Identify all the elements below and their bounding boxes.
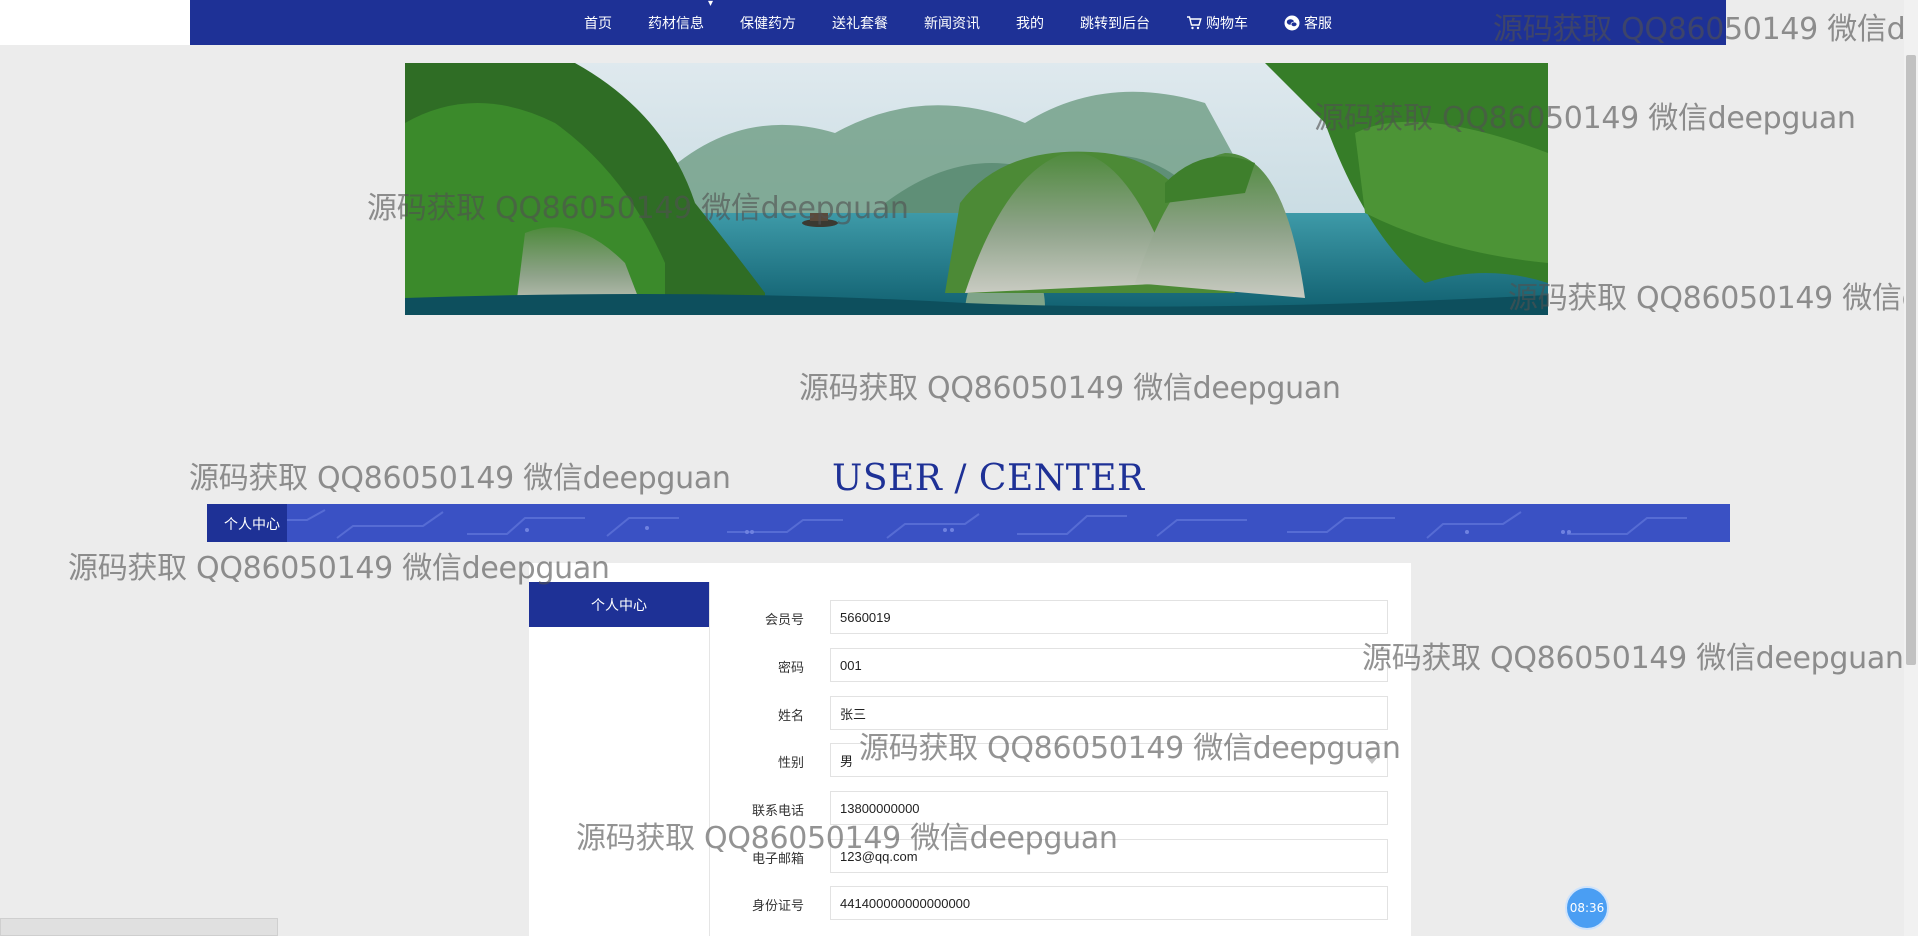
- email-label: 电子邮箱: [751, 852, 804, 867]
- caret-icon: ▾: [708, 0, 714, 9]
- name-label: 姓名: [777, 709, 804, 724]
- watermark: 源码获取 QQ86050149 微信deepguan: [799, 371, 1341, 406]
- form-row-id-number: 身份证号 441400000000000000: [710, 886, 1400, 920]
- nav-label: 保健药方: [740, 15, 796, 32]
- nav-label: 药材信息: [648, 15, 704, 32]
- password-label: 密码: [777, 661, 804, 676]
- top-left-blank: [0, 0, 190, 45]
- section-header-strip: 个人中心: [207, 504, 1730, 542]
- page-scrollbar[interactable]: [1904, 0, 1918, 936]
- phone-field[interactable]: 13800000000: [830, 791, 1388, 825]
- name-field[interactable]: 张三: [830, 696, 1388, 730]
- nav-item-mine[interactable]: 我的: [1016, 13, 1044, 33]
- floating-clock-button[interactable]: 08:36: [1565, 886, 1609, 930]
- chat-icon: [1284, 15, 1300, 31]
- side-menu-label: 个人中心: [591, 597, 647, 614]
- section-label: 个人中心: [224, 517, 280, 533]
- member-id-label: 会员号: [764, 613, 804, 628]
- form-row-phone: 联系电话 13800000000: [710, 791, 1400, 825]
- nav-item-home[interactable]: 首页: [584, 13, 612, 33]
- member-id-field[interactable]: 5660019: [830, 600, 1388, 634]
- nav-item-news[interactable]: 新闻资讯: [924, 13, 980, 33]
- nav-label: 我的: [1016, 15, 1044, 32]
- status-bar-url: [0, 918, 278, 936]
- nav-item-gift-packages[interactable]: 送礼套餐: [832, 13, 888, 33]
- nav-item-cart[interactable]: 购物车: [1186, 13, 1248, 33]
- gender-label: 性别: [777, 756, 804, 771]
- form-row-member-id: 会员号 5660019: [710, 600, 1400, 634]
- form-row-password: 密码 001: [710, 648, 1400, 682]
- nav-label: 跳转到后台: [1080, 15, 1150, 32]
- nav-label: 首页: [584, 15, 612, 32]
- nav-label: 客服: [1304, 15, 1332, 32]
- banner-image: [405, 63, 1548, 315]
- page-title: USER / CENTER: [832, 458, 1145, 499]
- email-field[interactable]: 123@qq.com: [830, 839, 1388, 873]
- side-menu: 个人中心: [529, 582, 710, 936]
- gender-value: 男: [840, 753, 854, 769]
- watermark: 源码获取 QQ86050149 微信deepguan: [1362, 641, 1904, 676]
- id-number-field[interactable]: 441400000000000000: [830, 886, 1388, 920]
- password-field[interactable]: 001: [830, 648, 1388, 682]
- gender-select[interactable]: 男: [830, 743, 1388, 777]
- nav-label: 送礼套餐: [832, 15, 888, 32]
- nav-item-service[interactable]: 客服: [1284, 13, 1332, 33]
- top-navigation: ▾ 首页 药材信息 保健药方 送礼套餐 新闻资讯 我的 跳转到后台 购物车 客服: [190, 0, 1726, 45]
- nav-label: 购物车: [1206, 15, 1248, 32]
- watermark: 源码获取 QQ86050149 微信deepguan: [189, 461, 731, 496]
- form-row-gender: 性别 男: [710, 743, 1400, 777]
- scrollbar-thumb[interactable]: [1906, 55, 1916, 665]
- nav-item-prescriptions[interactable]: 保健药方: [740, 13, 796, 33]
- nav-item-admin[interactable]: 跳转到后台: [1080, 13, 1150, 33]
- form-row-email: 电子邮箱 123@qq.com: [710, 839, 1400, 873]
- id-number-label: 身份证号: [751, 899, 804, 914]
- chevron-down-icon: [1367, 758, 1377, 764]
- phone-label: 联系电话: [751, 804, 804, 819]
- side-menu-item-user-center[interactable]: 个人中心: [529, 582, 709, 627]
- nav-item-herbs[interactable]: 药材信息: [648, 13, 704, 33]
- cart-icon: [1186, 15, 1202, 30]
- nav-label: 新闻资讯: [924, 15, 980, 32]
- user-center-panel: 个人中心 会员号 5660019 密码 001 姓名 张三 性别 男 联系电话 …: [529, 563, 1411, 936]
- form-row-name: 姓名 张三: [710, 696, 1400, 730]
- watermark: 源码获取 QQ86050149 微信deepguan: [1508, 281, 1918, 316]
